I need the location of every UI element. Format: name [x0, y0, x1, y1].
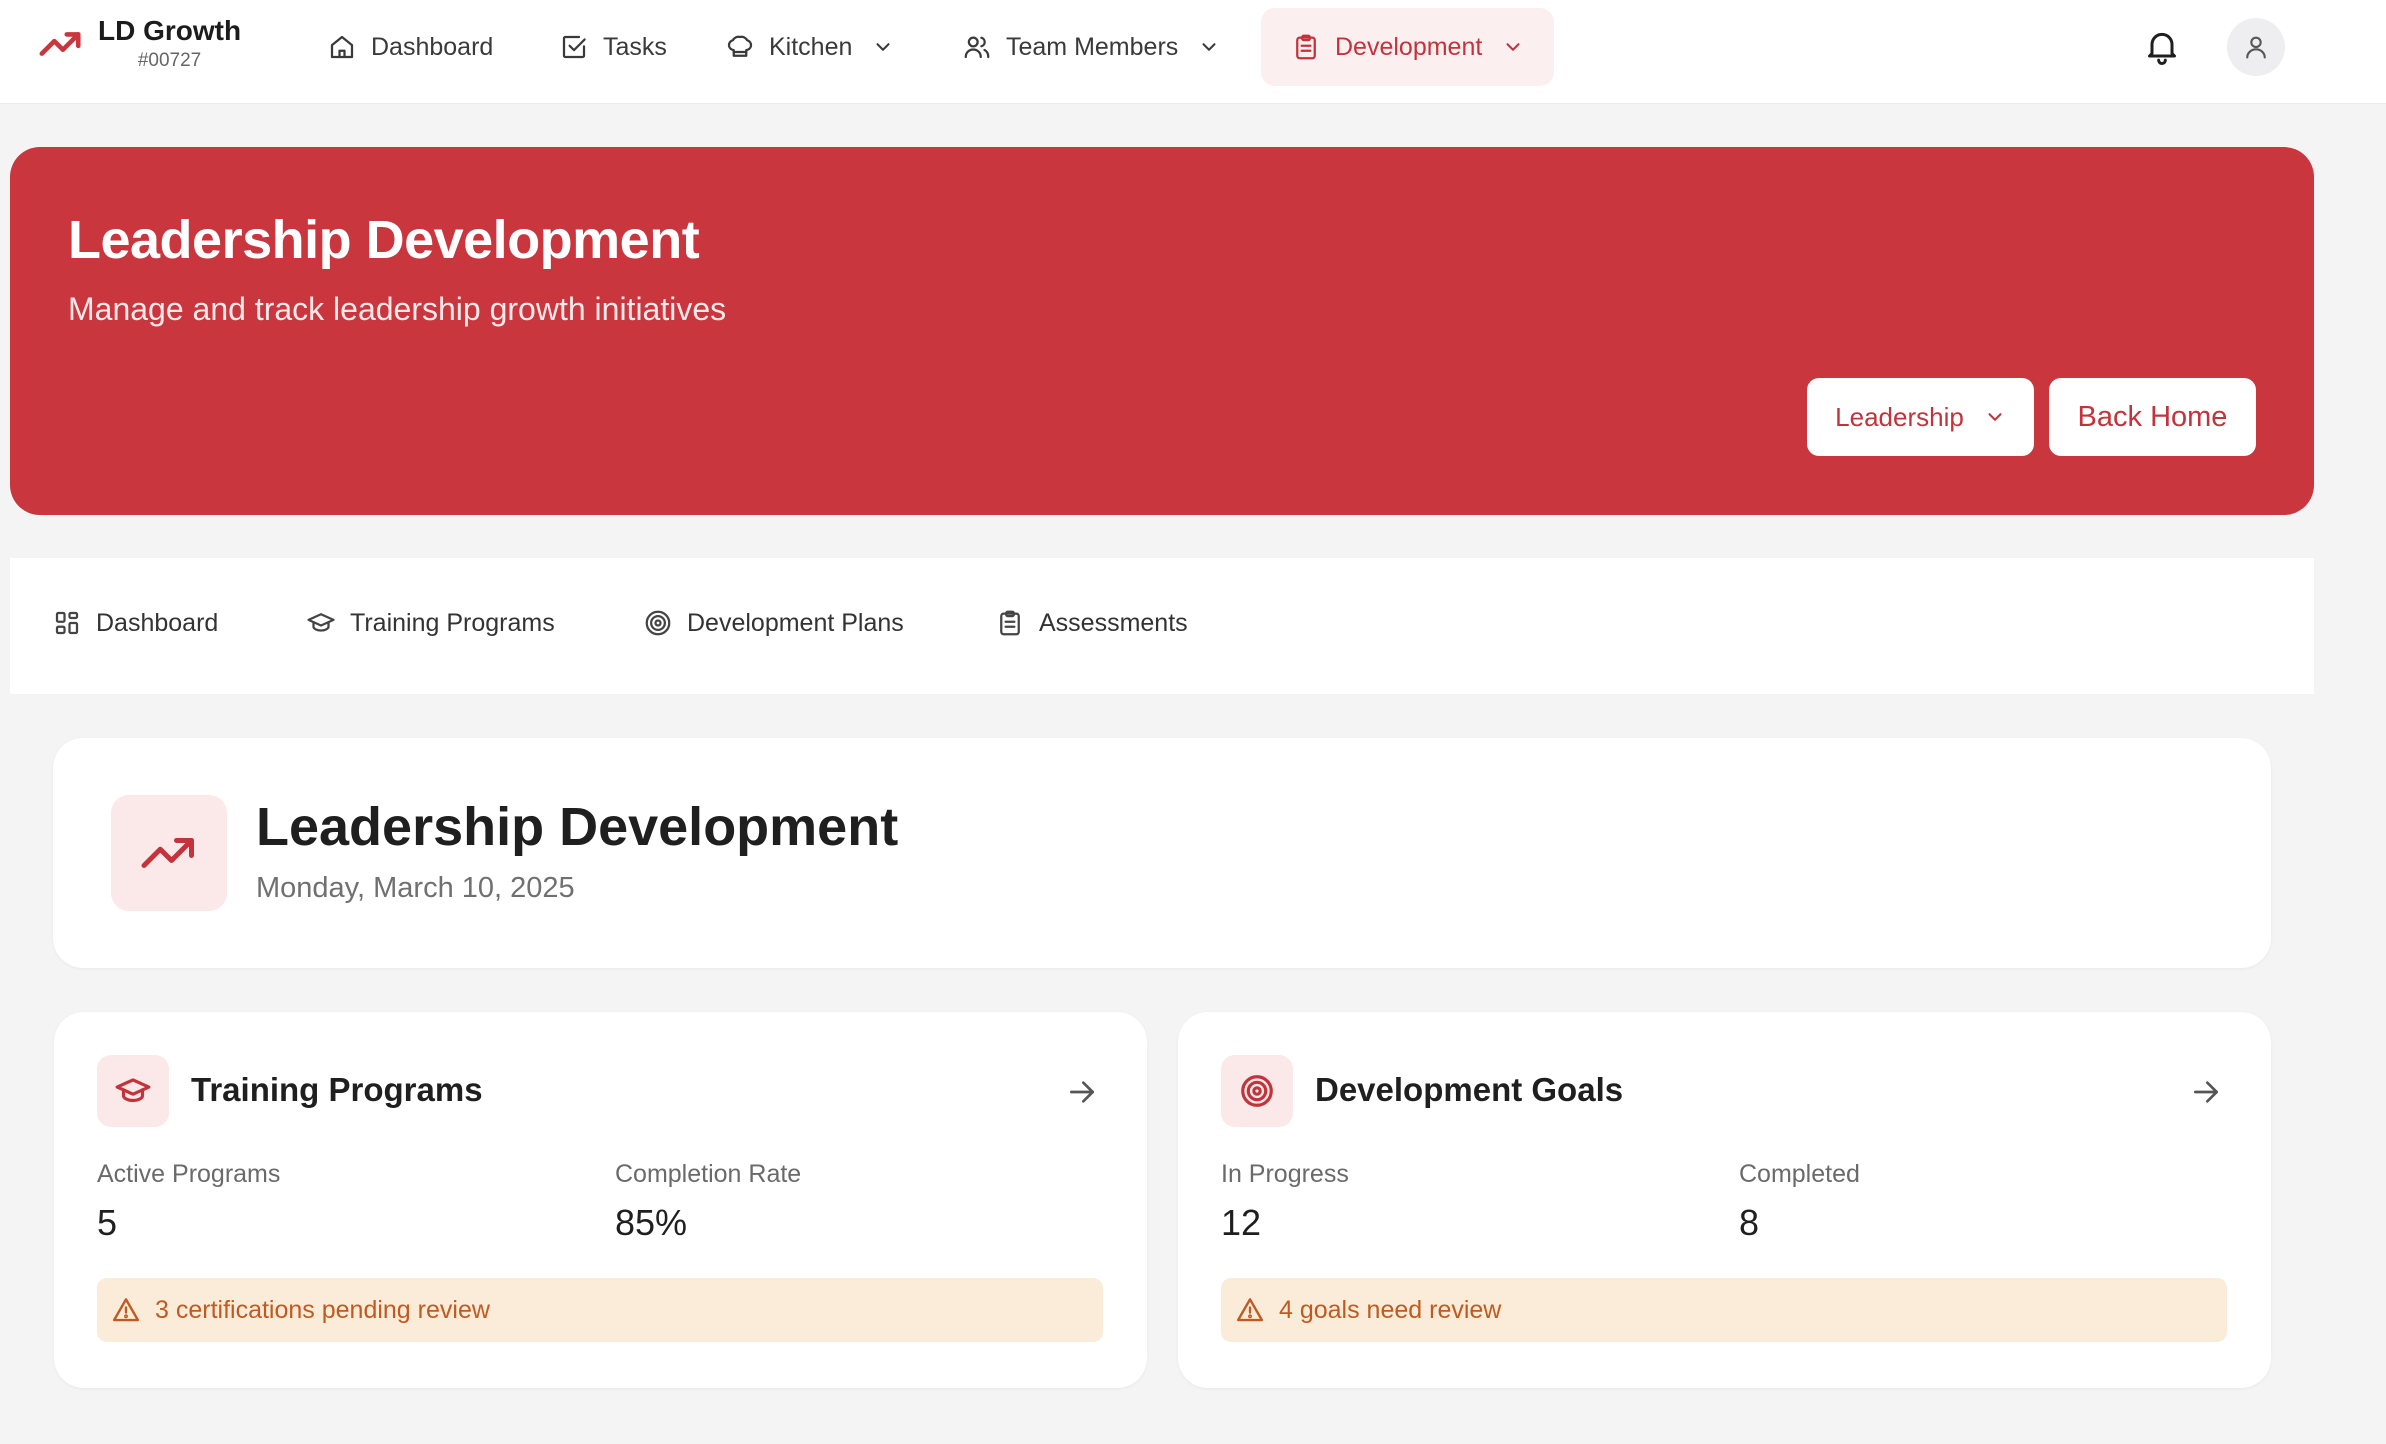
development-goals-card[interactable]: Development Goals In Progress 12 Complet… [1178, 1012, 2271, 1388]
stat-label: Completed [1739, 1160, 1860, 1188]
alert-triangle-icon [1235, 1295, 1265, 1325]
card-title: Training Programs [191, 1071, 483, 1108]
section-tabs: Dashboard Training Programs Development … [10, 558, 2314, 694]
grid-icon [52, 608, 82, 638]
tab-development-plans-label: Development Plans [687, 608, 904, 637]
nav-kitchen[interactable]: Kitchen [711, 8, 908, 86]
nav-dashboard[interactable]: Dashboard [313, 8, 507, 86]
tab-training-programs[interactable]: Training Programs [306, 598, 555, 648]
stat-label: In Progress [1221, 1160, 1349, 1188]
brand-name: LD Growth [98, 15, 242, 46]
training-programs-card[interactable]: Training Programs Active Programs 5 Comp… [54, 1012, 1147, 1388]
nav-dashboard-label: Dashboard [371, 32, 494, 61]
program-select-value: Leadership [1835, 401, 1964, 432]
nav-kitchen-label: Kitchen [769, 32, 853, 61]
tab-assessments[interactable]: Assessments [995, 598, 1188, 648]
back-home-button[interactable]: Back Home [2049, 378, 2256, 456]
stat-label: Completion Rate [615, 1160, 802, 1188]
top-nav: LD Growth #00727 Dashboard Tasks Kitchen [0, 0, 2386, 104]
user-icon [2242, 33, 2270, 61]
program-select[interactable]: Leadership [1807, 378, 2034, 456]
card-title: Development Goals [1315, 1071, 1624, 1108]
arrow-right-icon[interactable] [1066, 1076, 1098, 1108]
clipboard-icon [995, 608, 1025, 638]
tab-development-plans[interactable]: Development Plans [643, 598, 904, 648]
hero-subtitle: Manage and track leadership growth initi… [68, 291, 727, 327]
hero-banner: Leadership Development Manage and track … [10, 147, 2314, 515]
nav-development-label: Development [1335, 32, 1483, 61]
nav-team-members[interactable]: Team Members [948, 8, 1234, 86]
chevron-down-icon [1502, 36, 1524, 58]
nav-tasks-label: Tasks [603, 32, 667, 61]
alert-text: 4 goals need review [1279, 1295, 1502, 1324]
chevron-down-icon [1984, 406, 2006, 428]
home-icon [327, 32, 357, 62]
target-icon [643, 608, 673, 638]
warning-alert: 3 certifications pending review [97, 1278, 1103, 1342]
alert-text: 3 certifications pending review [155, 1295, 490, 1324]
page-date: Monday, March 10, 2025 [256, 872, 575, 904]
brand-id: #00727 [137, 50, 202, 71]
target-icon [1221, 1055, 1293, 1127]
trending-up-icon [38, 21, 84, 67]
tab-training-programs-label: Training Programs [350, 608, 555, 637]
trending-up-icon [111, 795, 227, 911]
check-square-icon [559, 32, 589, 62]
brand[interactable]: LD Growth #00727 [38, 14, 241, 74]
chevron-down-icon [1198, 36, 1220, 58]
nav-team-members-label: Team Members [1006, 32, 1179, 61]
stat-value: 12 [1221, 1202, 1262, 1243]
arrow-right-icon[interactable] [2190, 1076, 2222, 1108]
clipboard-icon [1291, 32, 1321, 62]
tab-dashboard[interactable]: Dashboard [52, 598, 218, 648]
alert-triangle-icon [111, 1295, 141, 1325]
avatar[interactable] [2227, 18, 2285, 76]
warning-alert: 4 goals need review [1221, 1278, 2227, 1342]
tab-dashboard-label: Dashboard [96, 608, 219, 637]
graduation-cap-icon [306, 608, 336, 638]
bell-icon[interactable] [2142, 26, 2182, 66]
stat-value: 85% [615, 1202, 688, 1243]
tab-assessments-label: Assessments [1039, 608, 1188, 637]
stat-label: Active Programs [97, 1160, 281, 1188]
users-icon [962, 32, 992, 62]
hero-title: Leadership Development [68, 210, 700, 270]
nav-tasks[interactable]: Tasks [545, 8, 681, 86]
chef-hat-icon [725, 32, 755, 62]
stat-value: 5 [97, 1202, 118, 1243]
chevron-down-icon [872, 36, 894, 58]
nav-development[interactable]: Development [1261, 8, 1555, 86]
graduation-cap-icon [97, 1055, 169, 1127]
page-heading-card: Leadership Development Monday, March 10,… [53, 738, 2271, 968]
page-title: Leadership Development [256, 797, 899, 857]
stat-value: 8 [1739, 1202, 1760, 1243]
